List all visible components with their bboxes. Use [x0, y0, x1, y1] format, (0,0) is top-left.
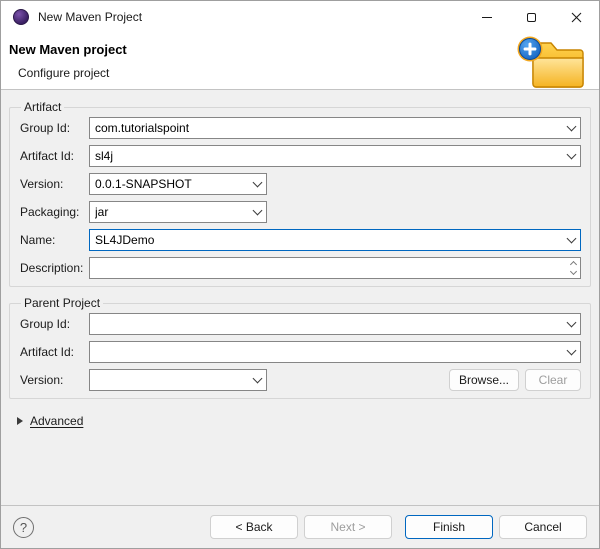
- button-bar: ? < Back Next > Finish Cancel: [1, 505, 599, 548]
- version-input[interactable]: [90, 174, 249, 194]
- clear-button[interactable]: Clear: [525, 369, 581, 391]
- group-id-row: Group Id:: [20, 117, 581, 139]
- window-controls: [464, 1, 599, 33]
- parent-version-combo[interactable]: [89, 369, 267, 391]
- page-title: New Maven project: [1, 33, 599, 57]
- name-label: Name:: [20, 233, 89, 247]
- name-input[interactable]: [90, 230, 563, 250]
- packaging-combo[interactable]: [89, 201, 267, 223]
- help-button[interactable]: ?: [13, 517, 34, 538]
- parent-artifact-id-input[interactable]: [90, 342, 563, 362]
- wizard-content: Artifact Group Id: Artifact Id: Version:: [1, 91, 599, 505]
- name-combo[interactable]: [89, 229, 581, 251]
- close-button[interactable]: [554, 1, 599, 33]
- close-icon: [571, 12, 582, 23]
- parent-group-id-row: Group Id:: [20, 313, 581, 335]
- parent-group-id-input[interactable]: [90, 314, 563, 334]
- wizard-header: New Maven project Configure project: [1, 33, 599, 90]
- artifact-legend: Artifact: [21, 100, 64, 114]
- finish-button[interactable]: Finish: [405, 515, 493, 539]
- group-id-label: Group Id:: [20, 121, 89, 135]
- parent-artifact-id-row: Artifact Id:: [20, 341, 581, 363]
- titlebar: New Maven Project: [1, 1, 599, 33]
- parent-version-row: Version: Browse... Clear: [20, 369, 581, 391]
- chevron-down-icon[interactable]: [563, 342, 580, 362]
- chevron-down-icon[interactable]: [563, 314, 580, 334]
- chevron-down-icon[interactable]: [249, 202, 266, 222]
- next-button[interactable]: Next >: [304, 515, 392, 539]
- packaging-row: Packaging:: [20, 201, 581, 223]
- parent-project-legend: Parent Project: [21, 296, 103, 310]
- new-folder-plus-icon: [515, 34, 587, 94]
- description-field[interactable]: [89, 257, 581, 279]
- back-button[interactable]: < Back: [210, 515, 298, 539]
- parent-version-input[interactable]: [90, 370, 249, 390]
- name-row: Name:: [20, 229, 581, 251]
- chevron-down-icon[interactable]: [249, 370, 266, 390]
- description-row: Description:: [20, 257, 581, 279]
- parent-group-id-label: Group Id:: [20, 317, 89, 331]
- parent-version-label: Version:: [20, 373, 89, 387]
- artifact-id-label: Artifact Id:: [20, 149, 89, 163]
- artifact-id-input[interactable]: [90, 146, 563, 166]
- artifact-group: Artifact Group Id: Artifact Id: Version:: [9, 100, 591, 287]
- advanced-label: Advanced: [30, 414, 83, 428]
- triangle-right-icon: [17, 417, 23, 425]
- group-id-input[interactable]: [90, 118, 563, 138]
- packaging-input[interactable]: [90, 202, 249, 222]
- parent-project-group: Parent Project Group Id: Artifact Id: Ve…: [9, 296, 591, 399]
- parent-artifact-id-label: Artifact Id:: [20, 345, 89, 359]
- maven-wizard-icon: [13, 9, 29, 25]
- artifact-id-row: Artifact Id:: [20, 145, 581, 167]
- chevron-down-icon[interactable]: [563, 146, 580, 166]
- footer-buttons: < Back Next > Finish Cancel: [210, 515, 587, 539]
- group-id-combo[interactable]: [89, 117, 581, 139]
- version-combo[interactable]: [89, 173, 267, 195]
- scroll-arrows-icon[interactable]: [566, 258, 580, 278]
- description-input[interactable]: [90, 258, 566, 278]
- page-subtitle: Configure project: [1, 57, 599, 80]
- parent-group-id-combo[interactable]: [89, 313, 581, 335]
- cancel-button[interactable]: Cancel: [499, 515, 587, 539]
- chevron-down-icon[interactable]: [249, 174, 266, 194]
- description-label: Description:: [20, 261, 89, 275]
- advanced-toggle[interactable]: Advanced: [17, 414, 591, 428]
- maximize-icon: [527, 13, 536, 22]
- maximize-button[interactable]: [509, 1, 554, 33]
- new-maven-project-dialog: New Maven Project New Maven project Conf…: [0, 0, 600, 549]
- window-title: New Maven Project: [38, 10, 464, 24]
- version-label: Version:: [20, 177, 89, 191]
- browse-button[interactable]: Browse...: [449, 369, 519, 391]
- packaging-label: Packaging:: [20, 205, 89, 219]
- minimize-button[interactable]: [464, 1, 509, 33]
- chevron-down-icon[interactable]: [563, 118, 580, 138]
- artifact-id-combo[interactable]: [89, 145, 581, 167]
- chevron-down-icon[interactable]: [563, 230, 580, 250]
- version-row: Version:: [20, 173, 581, 195]
- minimize-icon: [482, 17, 492, 18]
- parent-artifact-id-combo[interactable]: [89, 341, 581, 363]
